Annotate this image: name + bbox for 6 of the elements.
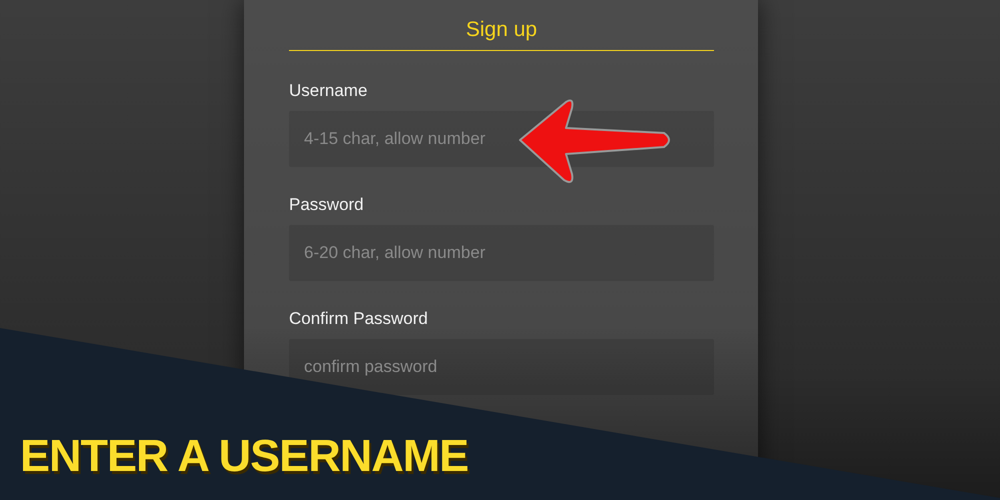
field-label: Password	[289, 195, 365, 215]
form-title: Sign up	[289, 18, 714, 51]
field-label: Confirm Password	[289, 309, 429, 329]
banner-caption: ENTER A USERNAME	[20, 430, 468, 482]
arrow-icon	[519, 99, 670, 183]
field-label: Username	[289, 81, 368, 101]
